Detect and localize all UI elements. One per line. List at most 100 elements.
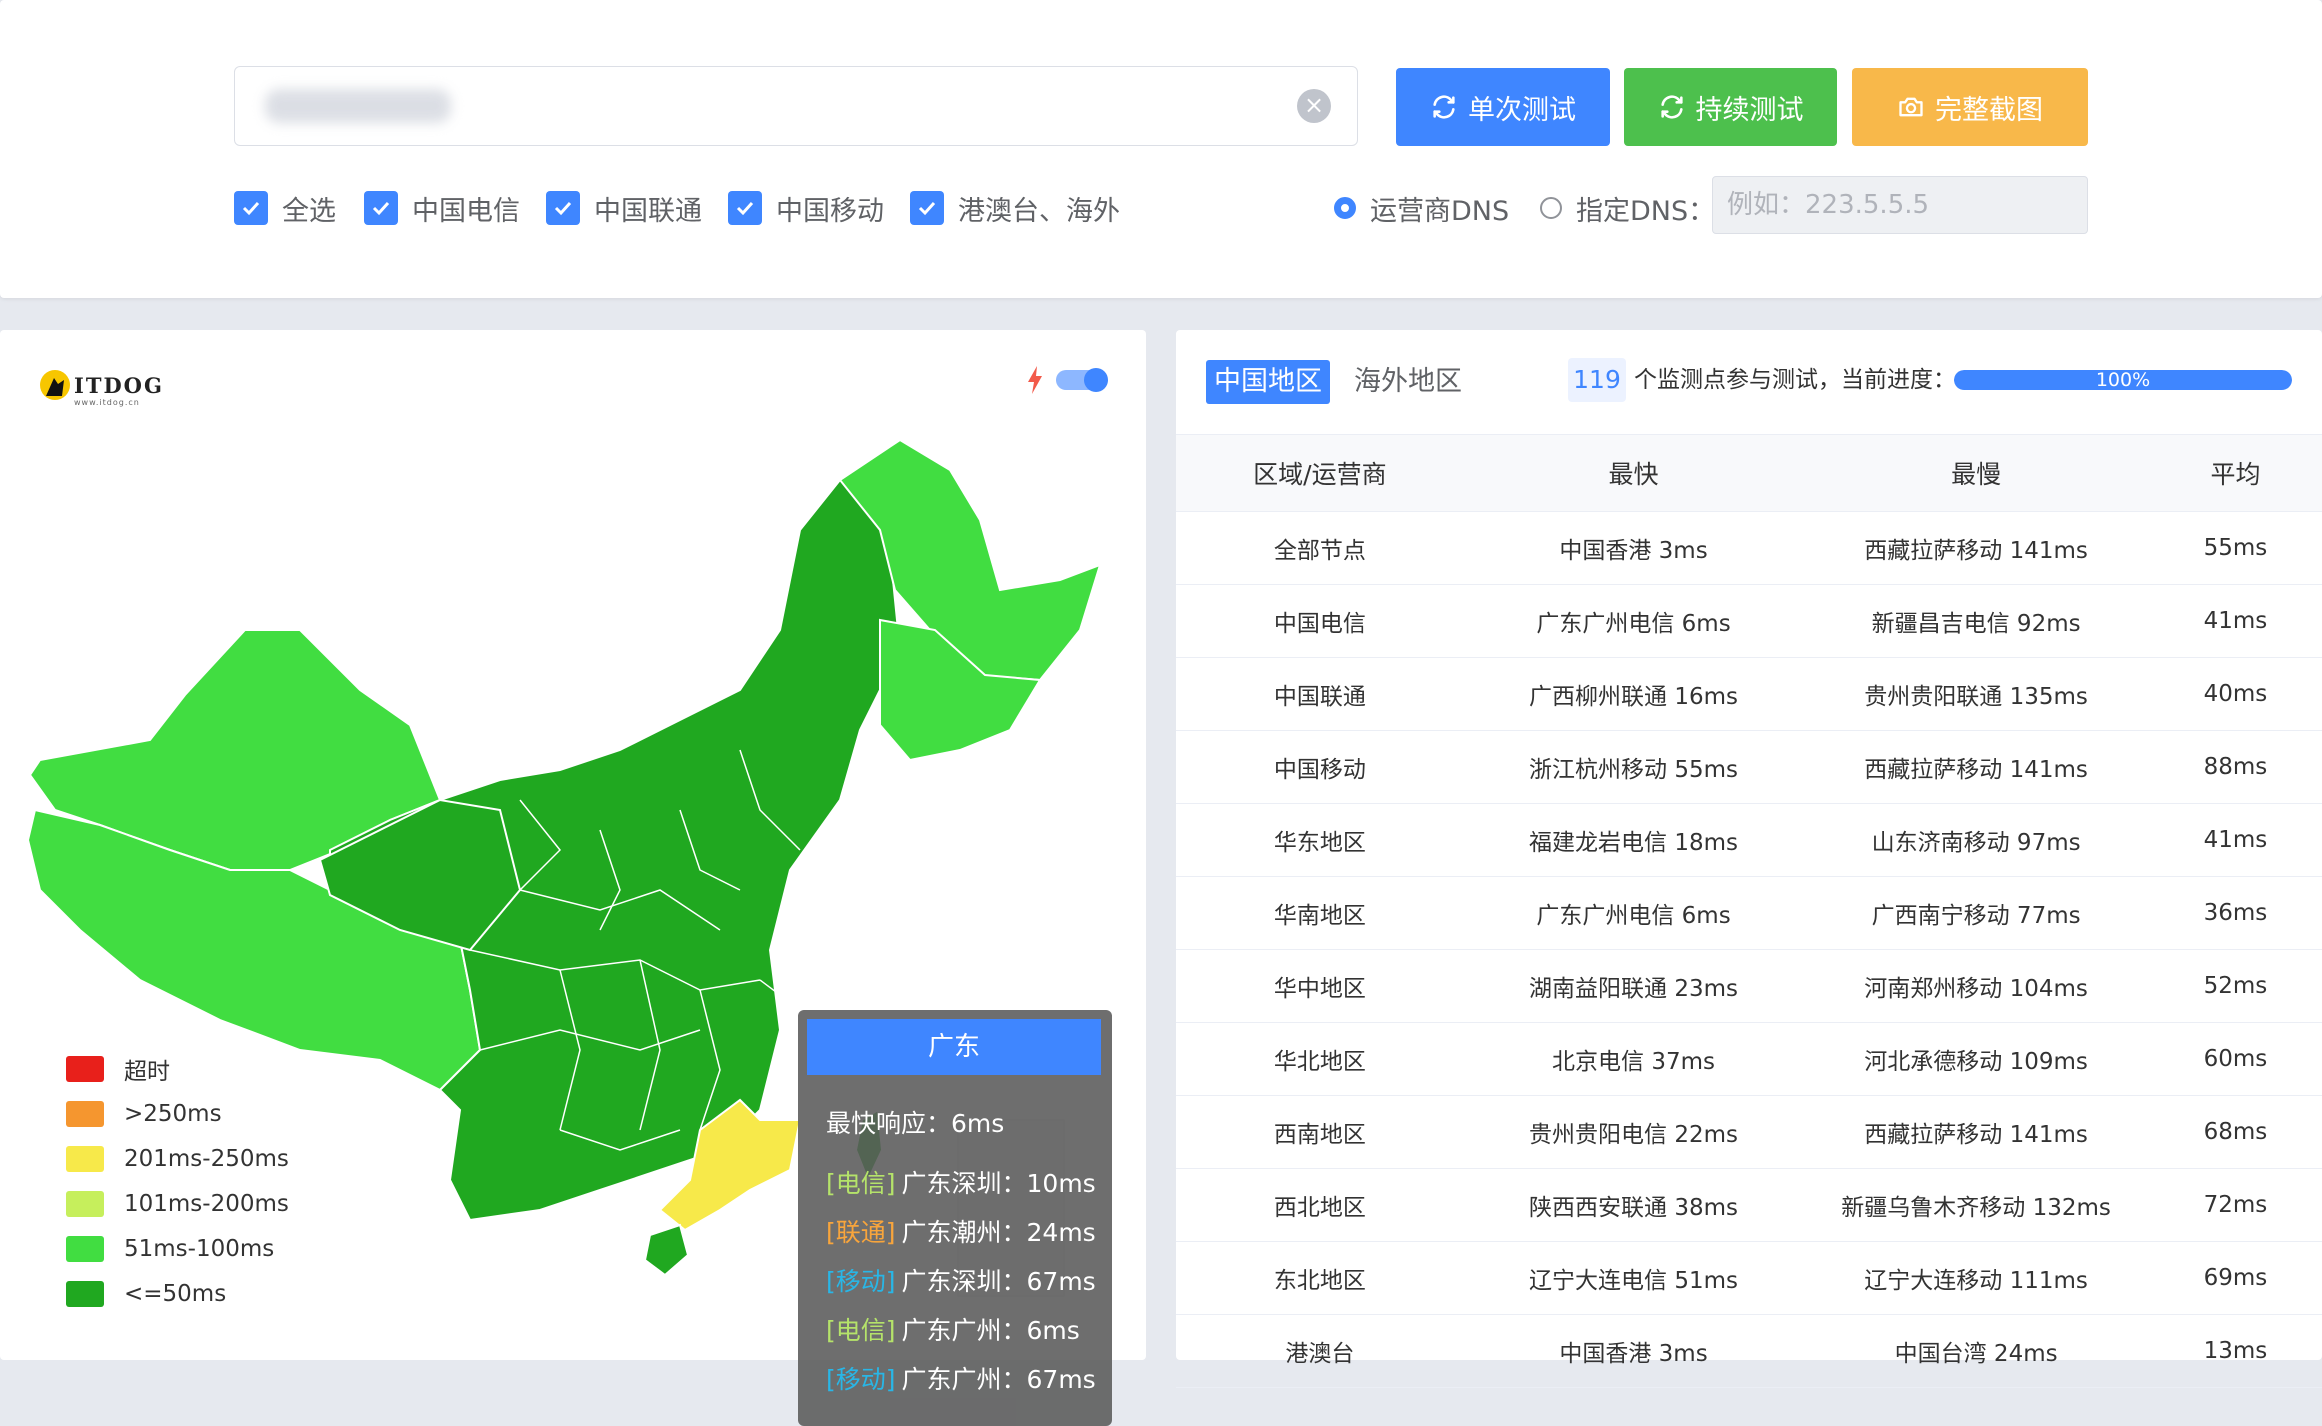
cell-slowest: 中国台湾 24ms — [1803, 1314, 2149, 1388]
legend-label: 101ms-200ms — [124, 1190, 289, 1217]
cell-average: 52ms — [2148, 949, 2322, 1023]
checkbox-checked-icon[interactable] — [728, 191, 762, 225]
legend-item[interactable]: 超时 — [66, 1046, 289, 1091]
header-slowest: 最慢 — [1803, 434, 2149, 512]
table-row[interactable]: 中国移动 浙江杭州移动 55ms 西藏拉萨移动 141ms 88ms — [1176, 730, 2322, 804]
tooltip-isp-tag: [移动] — [826, 1365, 896, 1394]
logo-text: ITDOG — [74, 372, 164, 398]
header-region-isp: 区域/运营商 — [1176, 434, 1464, 512]
cell-slowest: 辽宁大连移动 111ms — [1803, 1241, 2149, 1315]
cell-fastest: 福建龙岩电信 18ms — [1463, 803, 1804, 877]
cell-average: 55ms — [2148, 511, 2322, 585]
tooltip-row: [移动] 广东深圳：67ms — [826, 1262, 1096, 1298]
tooltip-row-text: 广东潮州：24ms — [901, 1218, 1096, 1247]
filter-label: 中国联通 — [594, 195, 702, 227]
checkbox-checked-icon[interactable] — [546, 191, 580, 225]
table-row[interactable]: 华北地区 北京电信 37ms 河北承德移动 109ms 60ms — [1176, 1022, 2322, 1096]
table-row[interactable]: 港澳台 中国香港 3ms 中国台湾 24ms 13ms — [1176, 1314, 2322, 1388]
continuous-test-label: 持续测试 — [1695, 94, 1804, 126]
results-table: 区域/运营商 最快 最慢 平均 全部节点 中国香港 3ms 西藏拉萨移动 141ms… — [1176, 434, 2322, 1388]
cell-slowest: 河南郑州移动 104ms — [1803, 949, 2149, 1023]
filter-china-mobile[interactable]: 中国移动 — [728, 188, 884, 228]
tooltip-row-text: 广东广州：6ms — [901, 1316, 1080, 1345]
cell-slowest: 广西南宁移动 77ms — [1803, 876, 2149, 950]
latency-legend: 超时 >250ms 201ms-250ms 101ms-200ms 51ms-1… — [66, 1046, 289, 1316]
legend-swatch — [66, 1145, 104, 1172]
table-row[interactable]: 华南地区 广东广州电信 6ms 广西南宁移动 77ms 36ms — [1176, 876, 2322, 950]
legend-item[interactable]: 51ms-100ms — [66, 1226, 289, 1271]
legend-label: 超时 — [124, 1058, 170, 1085]
tab-overseas-region[interactable]: 海外地区 — [1354, 360, 1462, 404]
table-row[interactable]: 中国联通 广西柳州联通 16ms 贵州贵阳联通 135ms 40ms — [1176, 657, 2322, 731]
table-row[interactable]: 东北地区 辽宁大连电信 51ms 辽宁大连移动 111ms 69ms — [1176, 1241, 2322, 1315]
cell-region: 华东地区 — [1176, 803, 1464, 877]
legend-swatch — [66, 1055, 104, 1082]
checkbox-checked-icon[interactable] — [234, 191, 268, 225]
region-tooltip: 广东 最快响应：6ms [电信] 广东深圳：10ms [联通] 广东潮州：24ms … — [798, 1010, 1112, 1426]
radio-selected-icon[interactable] — [1334, 197, 1356, 219]
radio-isp-dns[interactable]: 运营商DNS — [1334, 188, 1509, 228]
table-row[interactable]: 全部节点 中国香港 3ms 西藏拉萨移动 141ms 55ms — [1176, 511, 2322, 585]
cell-fastest: 北京电信 37ms — [1463, 1022, 1804, 1096]
monitor-count-text: 个监测点参与测试，当前进度： — [1634, 367, 1956, 393]
target-host-input[interactable] — [259, 67, 1283, 147]
filter-china-telecom[interactable]: 中国电信 — [364, 188, 520, 228]
toggle-knob[interactable] — [1084, 368, 1108, 392]
legend-item[interactable]: >250ms — [66, 1091, 289, 1136]
cell-region: 华南地区 — [1176, 876, 1464, 950]
cell-fastest: 辽宁大连电信 51ms — [1463, 1241, 1804, 1315]
filter-hk-macau-taiwan-overseas[interactable]: 港澳台、海外 — [910, 188, 1120, 228]
tab-china-region[interactable]: 中国地区 — [1206, 360, 1330, 404]
full-screenshot-button[interactable]: 完整截图 — [1852, 68, 2088, 146]
cell-slowest: 新疆昌吉电信 92ms — [1803, 584, 2149, 658]
cell-average: 13ms — [2148, 1314, 2322, 1388]
repeat-icon — [1660, 95, 1683, 119]
itdog-logo: ITDOG www.itdog.cn — [40, 370, 164, 407]
cell-region: 华中地区 — [1176, 949, 1464, 1023]
cell-region: 东北地区 — [1176, 1241, 1464, 1315]
custom-dns-input[interactable] — [1712, 176, 2088, 234]
filter-select-all[interactable]: 全选 — [234, 188, 336, 228]
tooltip-isp-tag: [电信] — [826, 1316, 896, 1345]
filter-china-unicom[interactable]: 中国联通 — [546, 188, 702, 228]
cell-average: 41ms — [2148, 803, 2322, 877]
legend-label: <=50ms — [124, 1280, 227, 1307]
cell-region: 中国联通 — [1176, 657, 1464, 731]
cell-region: 中国电信 — [1176, 584, 1464, 658]
target-host-field[interactable]: × — [234, 66, 1358, 147]
radio-unselected-icon[interactable] — [1540, 197, 1562, 219]
cell-fastest: 贵州贵阳电信 22ms — [1463, 1095, 1804, 1169]
cell-region: 全部节点 — [1176, 511, 1464, 585]
tooltip-row: [电信] 广东深圳：10ms — [826, 1164, 1096, 1200]
legend-item[interactable]: <=50ms — [66, 1271, 289, 1316]
cell-slowest: 河北承德移动 109ms — [1803, 1022, 2149, 1096]
table-row[interactable]: 华中地区 湖南益阳联通 23ms 河南郑州移动 104ms 52ms — [1176, 949, 2322, 1023]
cell-average: 72ms — [2148, 1168, 2322, 1242]
progress-fill: 100% — [1954, 370, 2292, 390]
dog-logo-icon — [40, 370, 70, 400]
table-row[interactable]: 西北地区 陕西西安联通 38ms 新疆乌鲁木齐移动 132ms 72ms — [1176, 1168, 2322, 1242]
checkbox-checked-icon[interactable] — [910, 191, 944, 225]
legend-item[interactable]: 201ms-250ms — [66, 1136, 289, 1181]
animation-toggle[interactable] — [1056, 368, 1108, 392]
cell-region: 西南地区 — [1176, 1095, 1464, 1169]
tooltip-isp-tag: [电信] — [826, 1169, 896, 1198]
single-test-button[interactable]: 单次测试 — [1396, 68, 1610, 146]
cell-slowest: 西藏拉萨移动 141ms — [1803, 1095, 2149, 1169]
cell-average: 69ms — [2148, 1241, 2322, 1315]
monitor-count-badge: 119 — [1568, 358, 1626, 402]
table-row[interactable]: 中国电信 广东广州电信 6ms 新疆昌吉电信 92ms 41ms — [1176, 584, 2322, 658]
table-row[interactable]: 西南地区 贵州贵阳电信 22ms 西藏拉萨移动 141ms 68ms — [1176, 1095, 2322, 1169]
tooltip-row-text: 广东深圳：10ms — [901, 1169, 1096, 1198]
cell-slowest: 山东济南移动 97ms — [1803, 803, 2149, 877]
clear-icon[interactable]: × — [1297, 89, 1331, 123]
legend-item[interactable]: 101ms-200ms — [66, 1181, 289, 1226]
table-row[interactable]: 华东地区 福建龙岩电信 18ms 山东济南移动 97ms 41ms — [1176, 803, 2322, 877]
refresh-icon — [1433, 95, 1455, 119]
continuous-test-button[interactable]: 持续测试 — [1624, 68, 1837, 146]
header-average: 平均 — [2148, 434, 2322, 512]
radio-label: 运营商DNS — [1370, 195, 1510, 227]
radio-custom-dns[interactable]: 指定DNS： — [1540, 188, 1715, 228]
checkbox-checked-icon[interactable] — [364, 191, 398, 225]
cell-fastest: 湖南益阳联通 23ms — [1463, 949, 1804, 1023]
